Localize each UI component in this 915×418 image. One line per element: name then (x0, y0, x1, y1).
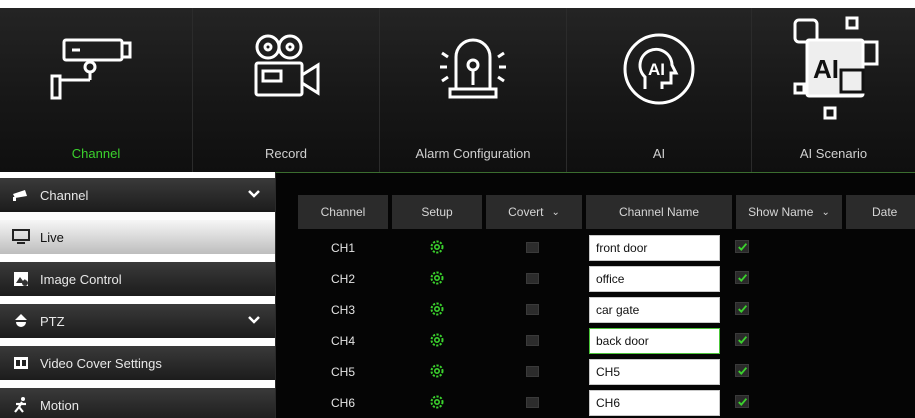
gear-icon[interactable] (430, 302, 444, 316)
nav-label: Channel (71, 146, 121, 161)
column-header-show-name[interactable]: Show Name ⌄ (736, 195, 842, 229)
nav-label: Record (265, 146, 307, 161)
sidebar-item-label: Channel (40, 187, 89, 203)
channel-name-input[interactable]: CH5 (589, 359, 720, 385)
channel-cell: CH3 (330, 302, 355, 317)
sidebar-item-label: Video Cover Settings (40, 355, 162, 371)
column-header-setup: Setup (392, 195, 482, 229)
sidebar-item-label: Live (40, 229, 64, 245)
ptz-dome-icon (12, 313, 30, 329)
running-person-icon (12, 397, 30, 413)
nav-channel[interactable]: Channel (0, 8, 193, 172)
channel-cell: CH6 (330, 395, 355, 410)
sidebar-item-motion[interactable]: Motion (0, 388, 275, 418)
image-control-icon (12, 271, 30, 287)
chevron-down-icon[interactable]: ⌄ (821, 207, 829, 218)
table-row: CH3 car gate (298, 294, 915, 325)
channel-cell: CH5 (330, 364, 355, 379)
sidebar-item-channel[interactable]: Channel (0, 178, 275, 212)
gear-icon[interactable] (430, 271, 444, 285)
column-header-covert[interactable]: Covert ⌄ (486, 195, 582, 229)
svg-text:AI: AI (813, 54, 839, 84)
show-name-checkbox[interactable] (735, 364, 749, 377)
channel-live-panel: Channel Setup Covert ⌄ Channel Name Show… (275, 172, 915, 418)
column-header-date: Date (846, 195, 915, 229)
sidebar-item-live[interactable]: Live (0, 220, 275, 254)
channel-name-input[interactable]: office (589, 266, 720, 292)
chevron-down-icon[interactable]: ⌄ (551, 207, 559, 218)
sidebar-item-label: Image Control (40, 271, 122, 287)
table-row: CH4 back door (298, 325, 915, 356)
film-camera-icon (193, 22, 379, 116)
nav-label: AI (652, 146, 666, 161)
table-row: CH6 CH6 (298, 387, 915, 418)
show-name-checkbox[interactable] (735, 240, 749, 253)
covert-checkbox[interactable] (526, 397, 539, 408)
gear-icon[interactable] (430, 364, 444, 378)
show-name-checkbox[interactable] (735, 333, 749, 346)
covert-checkbox[interactable] (526, 273, 539, 284)
sidebar-item-video-cover-settings[interactable]: Video Cover Settings (0, 346, 275, 380)
table-row: CH2 office (298, 263, 915, 294)
sidebar-item-ptz[interactable]: PTZ (0, 304, 275, 338)
column-header-channel: Channel (298, 195, 388, 229)
gear-icon[interactable] (430, 333, 444, 347)
sidebar-item-label: PTZ (40, 313, 65, 329)
table-row: CH5 CH5 (298, 356, 915, 387)
covert-checkbox[interactable] (526, 366, 539, 377)
covert-checkbox[interactable] (526, 304, 539, 315)
channel-name-input[interactable]: car gate (589, 297, 720, 323)
sidebar-item-label: Motion (40, 397, 80, 413)
nav-ai-scenario[interactable]: AI AI Scenario (752, 8, 915, 172)
channel-cell: CH4 (330, 333, 355, 348)
cctv-camera-icon (0, 22, 192, 116)
channel-name-input[interactable]: CH6 (589, 390, 720, 416)
show-name-checkbox[interactable] (735, 395, 749, 408)
column-header-channel-name: Channel Name (586, 195, 732, 229)
channel-cell: CH2 (330, 271, 355, 286)
table-row: CH1 front door (298, 232, 915, 263)
channel-name-input[interactable]: back door (589, 328, 720, 354)
channel-cell: CH1 (330, 240, 355, 255)
covert-checkbox[interactable] (526, 242, 539, 253)
camera-icon (12, 187, 30, 203)
top-navigation-bar: Channel Record Alarm Configuration AI AI… (0, 8, 915, 172)
sidebar-item-image-control[interactable]: Image Control (0, 262, 275, 296)
alarm-siren-icon (380, 22, 566, 116)
chevron-down-icon[interactable] (247, 187, 261, 201)
show-name-checkbox[interactable] (735, 271, 749, 284)
nav-ai[interactable]: AI AI (567, 8, 752, 172)
nav-label: AI Scenario (799, 146, 868, 161)
ai-scenario-icon: AI (752, 12, 915, 132)
gear-icon[interactable] (430, 240, 444, 254)
svg-text:AI: AI (648, 60, 665, 79)
show-name-checkbox[interactable] (735, 302, 749, 315)
sidebar: Channel Live Image Control PTZ Video Cov… (0, 172, 275, 418)
nav-alarm-configuration[interactable]: Alarm Configuration (380, 8, 567, 172)
gear-icon[interactable] (430, 395, 444, 409)
nav-record[interactable]: Record (193, 8, 380, 172)
channel-name-input[interactable]: front door (589, 235, 720, 261)
video-cover-icon (12, 355, 30, 371)
nav-label: Alarm Configuration (415, 146, 531, 161)
monitor-icon (12, 229, 30, 245)
ai-head-icon: AI (567, 22, 751, 116)
covert-checkbox[interactable] (526, 335, 539, 346)
chevron-down-icon[interactable] (247, 313, 261, 327)
